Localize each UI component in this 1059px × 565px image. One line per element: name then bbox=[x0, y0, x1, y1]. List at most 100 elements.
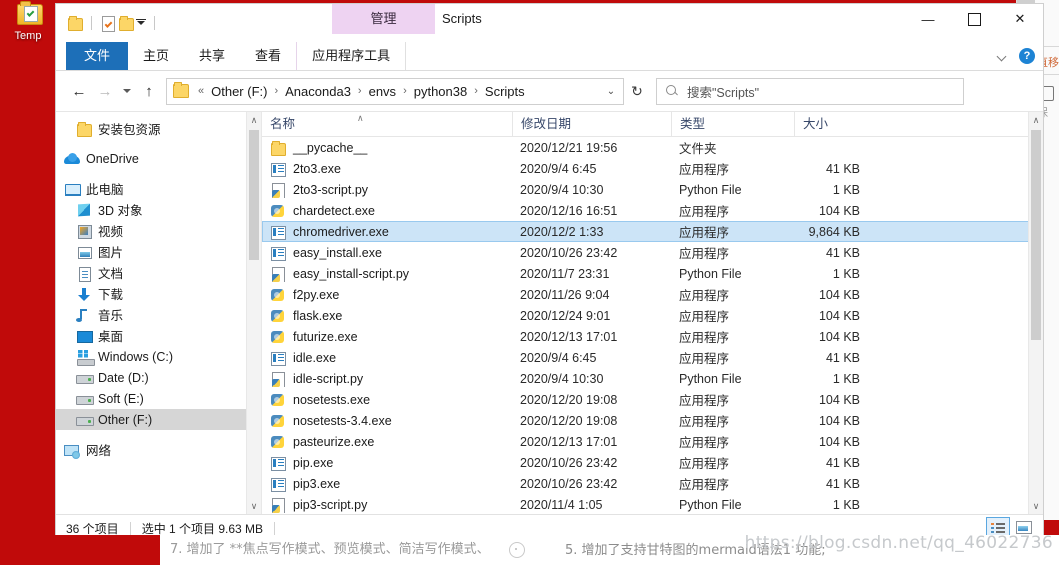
sidebar-item-label: 桌面 bbox=[98, 330, 124, 344]
breadcrumb-separator-2[interactable]: › bbox=[398, 85, 412, 97]
breadcrumb-item-1[interactable]: Anaconda3 bbox=[283, 84, 353, 99]
sidebar-item-视频[interactable]: 视频 bbox=[56, 220, 261, 241]
file-type-cell: Python File bbox=[679, 182, 742, 197]
sidebar-item-下载[interactable]: 下载 bbox=[56, 283, 261, 304]
sidebar-item-dated[interactable]: Date (D:) bbox=[56, 367, 261, 388]
tab-view[interactable]: 查看 bbox=[240, 42, 296, 70]
file-size-cell: 104 KB bbox=[818, 434, 860, 449]
file-name-cell: futurize.exe bbox=[262, 329, 512, 345]
breadcrumb-item-3[interactable]: python38 bbox=[412, 84, 470, 99]
breadcrumb-separator-0[interactable]: › bbox=[269, 85, 283, 97]
minimize-button[interactable]: — bbox=[905, 4, 951, 34]
sidebar-item-安装包资源[interactable]: 安装包资源 bbox=[56, 118, 261, 139]
sidebar-item-3d对象[interactable]: 3D 对象 bbox=[56, 199, 261, 220]
scroll-up-icon[interactable]: ∧ bbox=[247, 112, 261, 128]
sidebar-item-softe[interactable]: Soft (E:) bbox=[56, 388, 261, 409]
customize-caret-icon[interactable] bbox=[135, 14, 147, 32]
breadcrumb-separator-1[interactable]: › bbox=[353, 85, 367, 97]
breadcrumb: « Other (F:) › Anaconda3 › envs › python… bbox=[193, 84, 603, 99]
contextual-tab-group-header[interactable]: 管理 bbox=[332, 4, 435, 34]
chevron-down-icon[interactable] bbox=[995, 49, 1009, 63]
file-name-cell: f2py.exe bbox=[262, 287, 512, 303]
sidebar-item-桌面[interactable]: 桌面 bbox=[56, 325, 261, 346]
table-row[interactable]: 2to3.exe 2020/9/4 6:45 应用程序 41 KB bbox=[262, 158, 1043, 179]
file-name-cell: idle-script.py bbox=[262, 371, 512, 387]
python-exe-icon bbox=[270, 203, 286, 219]
tab-application-tools[interactable]: 应用程序工具 bbox=[296, 42, 407, 70]
table-row[interactable]: chromedriver.exe 2020/12/2 1:33 应用程序 9,864 … bbox=[262, 221, 1043, 242]
file-type-cell: 应用程序 bbox=[679, 310, 730, 324]
help-icon[interactable]: ? bbox=[1019, 48, 1035, 64]
breadcrumb-overflow[interactable]: « bbox=[193, 85, 209, 97]
properties-icon[interactable] bbox=[99, 14, 117, 32]
column-header-date[interactable]: 修改日期 bbox=[512, 112, 671, 136]
video-icon bbox=[76, 223, 92, 239]
file-name-cell: easy_install.exe bbox=[262, 245, 512, 261]
sidebar-item-windowsc[interactable]: Windows (C:) bbox=[56, 346, 261, 367]
sidebar-item-图片[interactable]: 图片 bbox=[56, 241, 261, 262]
folder-icon bbox=[270, 140, 286, 156]
file-name-label: 2to3.exe bbox=[293, 161, 341, 176]
table-row[interactable]: f2py.exe 2020/11/26 9:04 应用程序 104 KB bbox=[262, 284, 1043, 305]
desktop-icon-temp[interactable]: Temp bbox=[2, 1, 54, 42]
table-row[interactable]: pasteurize.exe 2020/12/13 17:01 应用程序 104 KB bbox=[262, 431, 1043, 452]
search-input[interactable]: 搜索"Scripts" bbox=[656, 77, 964, 105]
tab-file[interactable]: 文件 bbox=[66, 42, 129, 70]
breadcrumb-item-0[interactable]: Other (F:) bbox=[209, 84, 269, 99]
table-row[interactable]: idle-script.py 2020/9/4 10:30 Python File 1… bbox=[262, 368, 1043, 389]
back-button[interactable]: ← bbox=[66, 78, 92, 104]
scroll-down-icon[interactable]: ∨ bbox=[1029, 498, 1043, 514]
table-row[interactable]: 2to3-script.py 2020/9/4 10:30 Python File 1… bbox=[262, 179, 1043, 200]
column-header-size[interactable]: 大小 bbox=[794, 112, 876, 136]
file-list-scroll-thumb[interactable] bbox=[1031, 130, 1041, 340]
tab-share[interactable]: 共享 bbox=[184, 42, 240, 70]
recent-locations-button[interactable] bbox=[118, 78, 136, 104]
sidebar-item-此电脑[interactable]: 此电脑 bbox=[56, 178, 261, 199]
large-icons-view-button[interactable] bbox=[1013, 517, 1035, 537]
navigation-scroll-thumb[interactable] bbox=[249, 130, 259, 260]
table-row[interactable]: pip3-script.py 2020/11/4 1:05 Python File 1… bbox=[262, 494, 1043, 514]
folder-icon[interactable] bbox=[117, 14, 135, 32]
sidebar-item-文档[interactable]: 文档 bbox=[56, 262, 261, 283]
new-folder-icon[interactable] bbox=[66, 14, 84, 32]
close-button[interactable]: ✕ bbox=[997, 4, 1043, 34]
file-type-cell: Python File bbox=[679, 371, 742, 386]
column-header-type[interactable]: 类型 bbox=[671, 112, 794, 136]
table-row[interactable]: flask.exe 2020/12/24 9:01 应用程序 104 KB bbox=[262, 305, 1043, 326]
table-row[interactable]: nosetests-3.4.exe 2020/12/20 19:08 应用程序 104… bbox=[262, 410, 1043, 431]
scroll-down-icon[interactable]: ∨ bbox=[247, 498, 261, 514]
sidebar-item-音乐[interactable]: 音乐 bbox=[56, 304, 261, 325]
navigation-group-gap bbox=[56, 430, 261, 439]
tab-home[interactable]: 主页 bbox=[128, 42, 184, 70]
table-row[interactable]: chardetect.exe 2020/12/16 16:51 应用程序 104 KB bbox=[262, 200, 1043, 221]
table-row[interactable]: easy_install.exe 2020/10/26 23:42 应用程序 41 K… bbox=[262, 242, 1043, 263]
column-header-name[interactable]: 名称 bbox=[262, 112, 512, 136]
table-row[interactable]: idle.exe 2020/9/4 6:45 应用程序 41 KB bbox=[262, 347, 1043, 368]
chevron-down-icon[interactable]: ⌄ bbox=[603, 86, 619, 97]
forward-button[interactable]: → bbox=[92, 78, 118, 104]
sidebar-item-otherf[interactable]: Other (F:) bbox=[56, 409, 261, 430]
table-row[interactable]: pip.exe 2020/10/26 23:42 应用程序 41 KB bbox=[262, 452, 1043, 473]
breadcrumb-item-4[interactable]: Scripts bbox=[483, 84, 527, 99]
table-row[interactable]: nosetests.exe 2020/12/20 19:08 应用程序 104 KB bbox=[262, 389, 1043, 410]
desktop-background: Temp 直移 保 管理 Scripts — bbox=[0, 0, 1059, 565]
breadcrumb-separator-3[interactable]: › bbox=[469, 85, 483, 97]
maximize-button[interactable] bbox=[951, 4, 997, 34]
scroll-up-icon[interactable]: ∧ bbox=[1029, 112, 1043, 128]
table-row[interactable]: easy_install-script.py 2020/11/7 23:31 Pyt… bbox=[262, 263, 1043, 284]
address-bar[interactable]: « Other (F:) › Anaconda3 › envs › python… bbox=[166, 77, 624, 105]
file-size-cell: 9,864 KB bbox=[808, 224, 860, 239]
breadcrumb-item-2[interactable]: envs bbox=[367, 84, 398, 99]
navigation-scrollbar[interactable]: ∧ ∨ bbox=[246, 112, 261, 514]
file-type-cell: 应用程序 bbox=[679, 163, 730, 177]
refresh-icon[interactable]: ↻ bbox=[624, 79, 650, 104]
table-row[interactable]: futurize.exe 2020/12/13 17:01 应用程序 104 KB bbox=[262, 326, 1043, 347]
table-row[interactable]: pip3.exe 2020/10/26 23:42 应用程序 41 KB bbox=[262, 473, 1043, 494]
file-type-cell: Python File bbox=[679, 497, 742, 512]
sidebar-item-网络[interactable]: 网络 bbox=[56, 439, 261, 460]
folder-check-icon bbox=[13, 1, 43, 29]
sidebar-item-onedrive[interactable]: OneDrive bbox=[56, 148, 261, 169]
file-list-scrollbar[interactable]: ∧ ∨ bbox=[1028, 112, 1043, 514]
table-row[interactable]: __pycache__ 2020/12/21 19:56 文件夹 bbox=[262, 137, 1043, 158]
up-button[interactable]: ↑ bbox=[136, 78, 162, 104]
